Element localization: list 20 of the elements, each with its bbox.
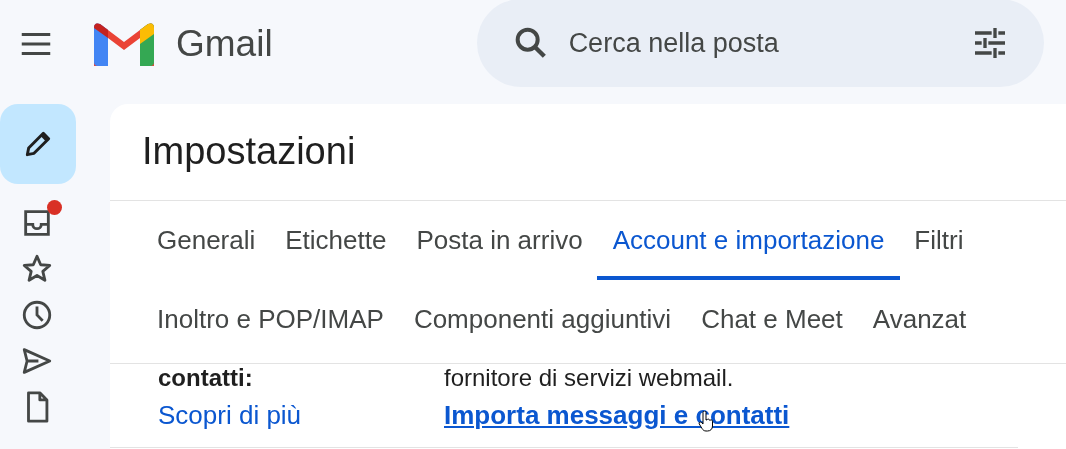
compose-button[interactable]	[0, 104, 76, 184]
settings-tab[interactable]: Posta in arrivo	[400, 201, 599, 280]
import-link[interactable]: Importa messaggi e contatti	[444, 400, 790, 431]
app-name: Gmail	[176, 23, 273, 65]
envelope-logo-icon	[94, 22, 154, 66]
settings-tab[interactable]: Generali	[157, 201, 272, 280]
setting-label: contatti:	[158, 364, 254, 392]
clock-icon[interactable]	[20, 298, 54, 332]
settings-tab[interactable]: Filtri	[898, 201, 980, 280]
settings-tab[interactable]: Avanzat	[856, 280, 983, 363]
settings-tab[interactable]: Inoltro e POP/IMAP	[157, 280, 400, 363]
search-bar[interactable]: Cerca nella posta	[476, 0, 1044, 87]
settings-tab[interactable]: Componenti aggiuntivi	[397, 280, 688, 363]
learn-more-link[interactable]: Scopri di più	[158, 400, 444, 431]
setting-description: fornitore di servizi webmail.	[444, 364, 735, 392]
search-field[interactable]: Cerca nella posta	[566, 26, 970, 60]
settings-tab[interactable]: Account e importazione	[596, 201, 901, 280]
settings-tab[interactable]: Chat e Meet	[685, 280, 859, 363]
settings-tab[interactable]: Etichette	[269, 201, 403, 280]
page-title: Impostazioni	[110, 104, 1066, 201]
